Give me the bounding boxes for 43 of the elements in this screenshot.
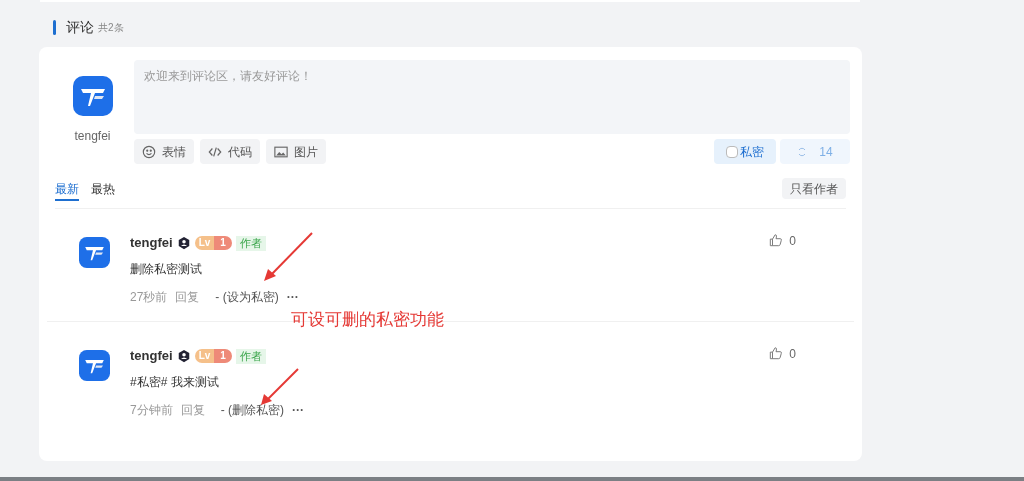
- logo-avatar: [79, 237, 110, 268]
- like-count: 0: [789, 346, 796, 362]
- private-action-link[interactable]: - (删除私密): [220, 402, 284, 418]
- sort-tab[interactable]: 最热: [91, 180, 115, 201]
- private-action-link[interactable]: - (设为私密): [215, 289, 279, 305]
- comment-text: #私密# 我来测试: [130, 374, 220, 390]
- comment-time: 7分钟前: [130, 402, 173, 418]
- comment-count: 共2条: [98, 20, 124, 35]
- smiley-icon: [142, 144, 156, 159]
- sort-tab[interactable]: 最新: [55, 180, 79, 201]
- annotation-arrow: [262, 232, 314, 282]
- level-number: 1: [214, 349, 232, 363]
- comment-time: 27秒前: [130, 289, 168, 305]
- current-user-name: tengfei: [74, 128, 111, 144]
- more-link[interactable]: ···: [286, 289, 299, 305]
- comment-author[interactable]: tengfei: [130, 346, 173, 366]
- private-toggle[interactable]: 私密: [714, 139, 776, 164]
- user-badge-icon: [176, 349, 191, 363]
- image-icon: [274, 144, 288, 159]
- level-number: 1: [214, 236, 232, 250]
- author-tag: 作者: [235, 235, 266, 251]
- refresh-icon: [797, 146, 808, 157]
- level-label: Lv: [194, 349, 215, 363]
- logo-avatar: [79, 350, 110, 381]
- annotation-arrow: [259, 368, 299, 406]
- level-label: Lv: [194, 236, 215, 250]
- toolbar-button[interactable]: 图片: [266, 139, 326, 164]
- like-count: 0: [789, 233, 796, 249]
- comment-author[interactable]: tengfei: [130, 233, 173, 253]
- user-badge-icon: [176, 236, 191, 250]
- author-only-button[interactable]: 只看作者: [782, 178, 846, 199]
- more-link[interactable]: ···: [292, 402, 304, 418]
- thumbs-up-icon[interactable]: [769, 233, 784, 247]
- section-marker: [53, 19, 56, 35]
- comment-text: 删除私密测试: [130, 261, 203, 277]
- comment-input[interactable]: 欢迎来到评论区，请友好评论！: [134, 60, 850, 134]
- annotation-text: 可设可删的私密功能: [291, 309, 444, 331]
- author-tag: 作者: [235, 348, 266, 364]
- thumbs-up-icon[interactable]: [769, 346, 784, 360]
- logo-avatar: [72, 76, 113, 116]
- toolbar-button[interactable]: 代码: [200, 139, 260, 164]
- section-title: 评论: [66, 18, 94, 37]
- toolbar-button[interactable]: 表情: [134, 139, 194, 164]
